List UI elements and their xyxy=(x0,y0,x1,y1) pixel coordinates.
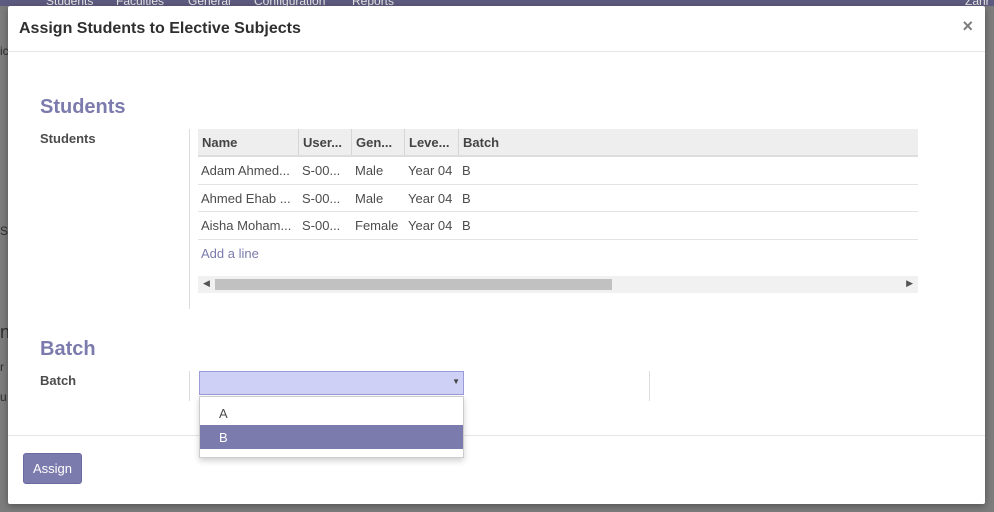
assign-students-dialog: Assign Students to Elective Subjects × S… xyxy=(8,6,985,504)
cell-user: S-00... xyxy=(302,163,341,178)
cell-gender: Female xyxy=(355,218,399,233)
caret-down-icon: ▼ xyxy=(452,377,460,386)
scroll-right-icon[interactable]: ▶ xyxy=(906,278,913,289)
students-section-heading: Students xyxy=(40,96,126,118)
cell-user: S-00... xyxy=(302,218,341,233)
assign-button[interactable]: Assign xyxy=(23,453,82,484)
batch-field-label: Batch xyxy=(40,373,77,388)
column-header-level[interactable]: Leve... xyxy=(405,129,459,155)
field-divider xyxy=(649,371,650,401)
cell-level: Year 04 xyxy=(408,163,453,178)
batch-option-a[interactable]: A xyxy=(200,401,463,425)
students-table: Name User... Gen... Leve... Batch Adam A… xyxy=(198,129,918,267)
dialog-footer: Assign xyxy=(8,435,985,504)
cell-name: Aisha Moham... xyxy=(201,218,292,233)
cell-level: Year 04 xyxy=(408,190,453,206)
students-field-label: Students xyxy=(40,131,96,146)
field-divider xyxy=(189,371,190,401)
cell-gender: Male xyxy=(355,163,384,178)
column-header-user[interactable]: User... xyxy=(299,129,352,155)
batch-dropdown-menu: A B xyxy=(199,396,464,458)
scroll-left-icon[interactable]: ◀ xyxy=(203,278,210,289)
horizontal-scrollbar[interactable]: ◀ ▶ xyxy=(198,276,918,293)
table-row[interactable]: Ahmed Ehab ... S-00... Male Year 04 B xyxy=(198,185,918,212)
cell-batch: B xyxy=(462,163,471,178)
column-header-gender[interactable]: Gen... xyxy=(352,129,405,155)
cell-batch: B xyxy=(462,190,471,206)
batch-option-b[interactable]: B xyxy=(200,425,463,449)
column-header-batch[interactable]: Batch xyxy=(459,129,918,155)
scrollbar-thumb[interactable] xyxy=(215,279,612,290)
add-line-link[interactable]: Add a line xyxy=(198,240,918,267)
background-text-fragment: r xyxy=(0,360,4,374)
dialog-header: Assign Students to Elective Subjects × xyxy=(8,6,985,52)
batch-select[interactable]: ▼ xyxy=(199,371,464,395)
cell-user: S-00... xyxy=(302,190,341,206)
dialog-title: Assign Students to Elective Subjects xyxy=(19,20,301,37)
table-row[interactable]: Aisha Moham... S-00... Female Year 04 B xyxy=(198,212,918,240)
table-header: Name User... Gen... Leve... Batch xyxy=(198,129,918,157)
cell-batch: B xyxy=(462,218,471,233)
background-text-fragment: u xyxy=(0,390,7,404)
cell-name: Ahmed Ehab ... xyxy=(201,190,291,206)
close-icon[interactable]: × xyxy=(962,16,973,37)
cell-name: Adam Ahmed... xyxy=(201,163,290,178)
cell-gender: Male xyxy=(355,190,384,206)
table-row[interactable]: Adam Ahmed... S-00... Male Year 04 B xyxy=(198,157,918,185)
column-header-name[interactable]: Name xyxy=(198,129,299,155)
batch-section-heading: Batch xyxy=(40,338,96,360)
field-divider xyxy=(189,129,190,309)
cell-level: Year 04 xyxy=(408,218,453,233)
